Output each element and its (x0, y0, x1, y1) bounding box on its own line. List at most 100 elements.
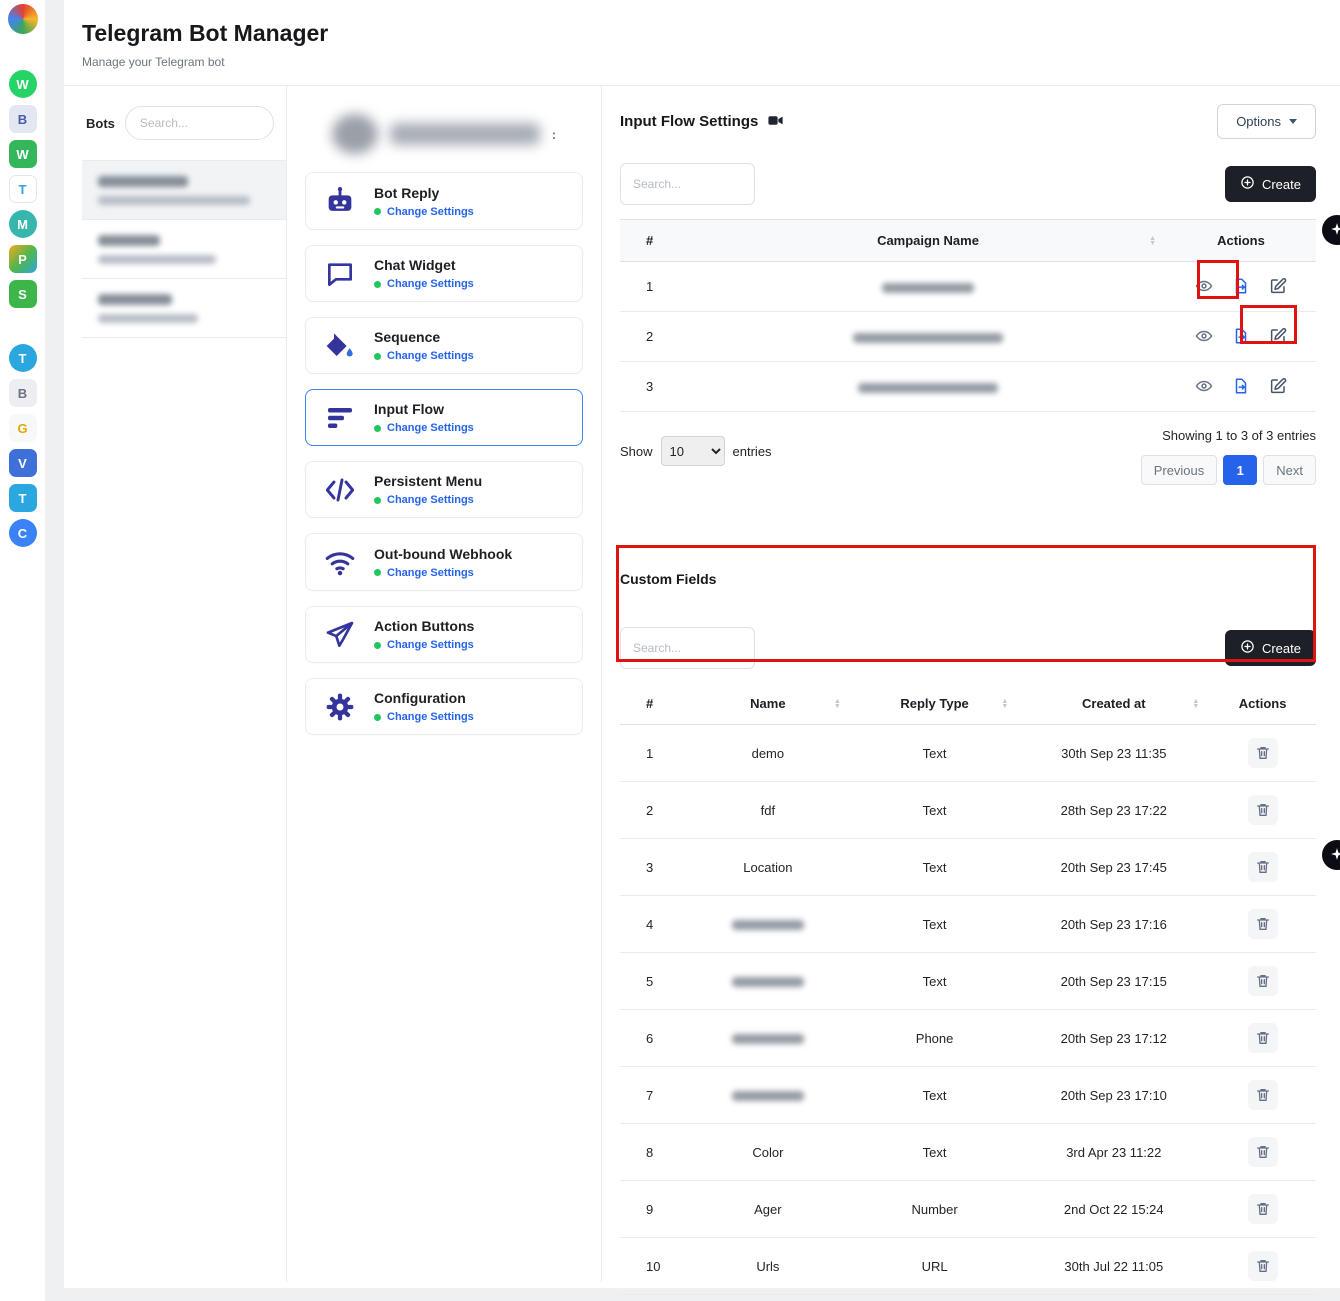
viber-icon[interactable]: V (9, 449, 37, 477)
field-name: demo (685, 725, 851, 782)
delete-button[interactable] (1248, 852, 1278, 882)
field-name: Location (685, 839, 851, 896)
row-number: 4 (620, 896, 685, 953)
change-settings-link[interactable]: Change Settings (387, 206, 474, 218)
flow-create-button[interactable]: Create (1225, 166, 1316, 202)
bot-list-item[interactable] (82, 278, 286, 338)
row-number: 1 (620, 725, 685, 782)
export-button[interactable] (1230, 375, 1252, 397)
bot-builder-icon[interactable]: B (9, 105, 37, 133)
card-configuration[interactable]: Configuration Change Settings (305, 678, 583, 735)
card-action-buttons[interactable]: Action Buttons Change Settings (305, 606, 583, 663)
card-bot-reply[interactable]: Bot Reply Change Settings (305, 172, 583, 230)
row-number: 7 (620, 1067, 685, 1124)
edit-button[interactable] (1267, 375, 1289, 397)
app-header: Telegram Bot Manager Manage your Telegra… (64, 0, 1340, 85)
telegram-icon[interactable]: T (9, 344, 37, 372)
edit-button[interactable] (1267, 275, 1289, 297)
custom-fields-search-input[interactable] (620, 627, 755, 669)
bot-list-item[interactable] (82, 219, 286, 278)
messenger-icon[interactable]: M (9, 210, 37, 238)
column-header-reply-type[interactable]: Reply Type ▲▼ (851, 683, 1019, 725)
column-header-name[interactable]: Name ▲▼ (685, 683, 851, 725)
column-header-campaign[interactable]: Campaign Name ▲▼ (690, 220, 1166, 262)
telegram-broadcast-icon[interactable]: T (9, 175, 37, 203)
blurred-campaign-name (882, 283, 974, 293)
field-name (685, 1010, 851, 1067)
change-settings-link[interactable]: Change Settings (387, 567, 474, 579)
custom-fields-create-button[interactable]: Create (1225, 630, 1316, 666)
change-settings-link[interactable]: Change Settings (387, 422, 474, 434)
reply-type: Text (851, 1124, 1019, 1181)
change-settings-link[interactable]: Change Settings (387, 350, 474, 362)
bot-reply-icon (320, 184, 360, 218)
bot-list-item[interactable] (82, 160, 286, 219)
delete-button[interactable] (1248, 795, 1278, 825)
column-header-created-at[interactable]: Created at ▲▼ (1018, 683, 1209, 725)
reply-type: Number (851, 1181, 1019, 1238)
sort-icon[interactable]: ▲▼ (834, 699, 841, 709)
delete-button[interactable] (1248, 1251, 1278, 1281)
group-icon[interactable]: G (9, 414, 37, 442)
flow-search-input[interactable] (620, 163, 755, 205)
column-header[interactable]: # (620, 220, 690, 262)
edit-button[interactable] (1267, 325, 1289, 347)
whatsapp-icon[interactable]: W (9, 70, 37, 98)
delete-button[interactable] (1248, 909, 1278, 939)
parrot-icon[interactable]: P (9, 245, 37, 273)
delete-button[interactable] (1248, 1137, 1278, 1167)
change-settings-link[interactable]: Change Settings (387, 278, 474, 290)
view-button[interactable] (1193, 325, 1215, 347)
change-settings-link[interactable]: Change Settings (387, 494, 474, 506)
change-settings-link[interactable]: Change Settings (387, 639, 474, 651)
card-persistent-menu[interactable]: Persistent Menu Change Settings (305, 461, 583, 518)
page-button-1[interactable]: 1 (1223, 455, 1257, 485)
delete-button[interactable] (1248, 738, 1278, 768)
created-at: 20th Sep 23 17:45 (1018, 839, 1209, 896)
blurred-bot-username (98, 255, 216, 264)
blurred-bot-avatar (332, 114, 378, 154)
sort-icon[interactable]: ▲▼ (1149, 236, 1156, 246)
create-label: Create (1262, 177, 1301, 192)
bots-search-input[interactable] (125, 106, 274, 140)
chat-widget-icon (320, 258, 360, 290)
status-dot (374, 569, 381, 576)
show-label: Show (620, 444, 653, 459)
telegram-star-icon[interactable]: T (9, 484, 37, 512)
created-at: 30th Sep 23 11:35 (1018, 725, 1209, 782)
delete-button[interactable] (1248, 1194, 1278, 1224)
delete-button[interactable] (1248, 1080, 1278, 1110)
card-chat-widget[interactable]: Chat Widget Change Settings (305, 245, 583, 302)
shop-icon[interactable]: S (9, 280, 37, 308)
campaign-name-cell (690, 312, 1166, 362)
row-number: 3 (620, 362, 690, 412)
chevron-down-icon (1289, 119, 1297, 124)
view-button[interactable] (1193, 275, 1215, 297)
export-button[interactable] (1230, 275, 1252, 297)
options-button[interactable]: Options (1217, 104, 1316, 139)
chat-icon[interactable]: C (9, 519, 37, 547)
sort-icon[interactable]: ▲▼ (1001, 699, 1008, 709)
delete-button[interactable] (1248, 1023, 1278, 1053)
card-outbound-webhook[interactable]: Out-bound Webhook Change Settings (305, 533, 583, 591)
view-button[interactable] (1193, 375, 1215, 397)
custom-fields-table: # Name ▲▼ Reply Type ▲▼ C (620, 683, 1316, 1295)
change-settings-link[interactable]: Change Settings (387, 711, 474, 723)
card-sequence[interactable]: Sequence Change Settings (305, 317, 583, 374)
reply-type: Phone (851, 1010, 1019, 1067)
app-logo-icon[interactable] (8, 4, 38, 34)
created-at: 20th Sep 23 17:16 (1018, 896, 1209, 953)
per-page-select[interactable]: 10 (661, 436, 725, 466)
robot-icon[interactable]: B (9, 379, 37, 407)
pagination: Previous 1 Next (1141, 455, 1316, 485)
card-input-flow[interactable]: Input Flow Change Settings (305, 389, 583, 446)
previous-page-button[interactable]: Previous (1141, 455, 1218, 485)
next-page-button[interactable]: Next (1263, 455, 1316, 485)
column-header[interactable]: # (620, 683, 685, 725)
whatsapp-business-icon[interactable]: W (9, 140, 37, 168)
delete-button[interactable] (1248, 966, 1278, 996)
sort-icon[interactable]: ▲▼ (1192, 699, 1199, 709)
export-button[interactable] (1230, 325, 1252, 347)
bots-panel: Bots (82, 86, 287, 1282)
plus-circle-icon (1240, 639, 1255, 657)
